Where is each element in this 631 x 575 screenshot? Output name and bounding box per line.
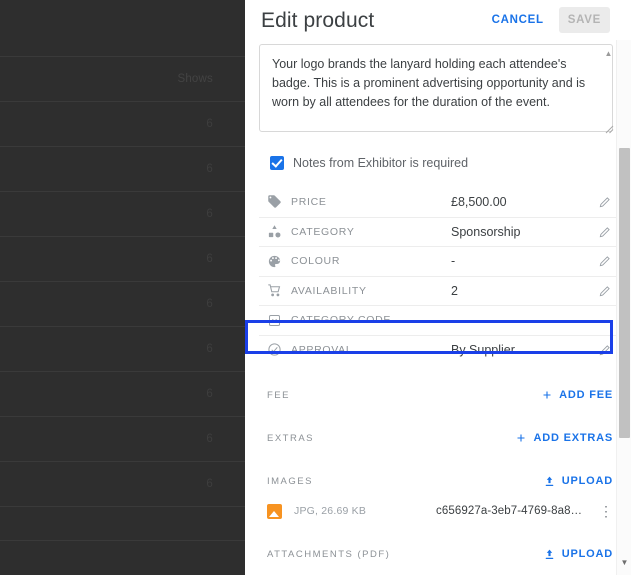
check-circle-icon (267, 342, 291, 357)
page-backdrop-overlay: Shows 6 6 6 6 6 6 6 6 6 (0, 0, 245, 575)
table-row: 6 (0, 102, 245, 147)
product-fields-list: PRICE £8,500.00 CATEGORY Sponsorship COL… (259, 187, 617, 364)
edit-pencil-icon[interactable] (593, 195, 617, 209)
cancel-button[interactable]: CANCEL (483, 7, 553, 33)
image-file-row[interactable]: JPG, 26.69 KB c656927a-3eb7-4769-8a8… ⋮ (259, 496, 617, 526)
field-value: 2 (451, 283, 458, 298)
field-label: CATEGORY (291, 225, 355, 238)
edit-pencil-icon[interactable] (593, 284, 617, 298)
edit-pencil-icon[interactable] (593, 225, 617, 239)
table-row: 6 (0, 147, 245, 192)
field-label: COLOUR (291, 255, 341, 268)
save-button[interactable]: SAVE (558, 7, 610, 33)
upload-icon (545, 476, 554, 486)
add-fee-label: ADD FEE (559, 389, 613, 401)
field-value: Sponsorship (451, 224, 521, 239)
image-file-meta: JPG, 26.69 KB (294, 505, 367, 517)
table-toolbar-row (0, 0, 245, 57)
section-row-images: IMAGES UPLOAD (259, 466, 617, 496)
field-value: - (451, 254, 456, 269)
add-extras-label: ADD EXTRAS (533, 432, 613, 444)
table-footer-row (0, 507, 245, 541)
upload-icon (545, 549, 554, 559)
table-row: 6 (0, 327, 245, 372)
field-value: By Supplier (451, 342, 515, 357)
plus-icon (517, 434, 525, 442)
table-cell-shows: 6 (206, 208, 213, 220)
table-cell-shows: 6 (206, 433, 213, 445)
field-label: AVAILABILITY (291, 284, 367, 297)
edit-product-dialog: Edit product CANCEL SAVE ▲ Notes from Ex… (245, 0, 631, 575)
section-label: IMAGES (267, 475, 313, 487)
edit-pencil-icon[interactable] (593, 254, 617, 268)
scrollbar-thumb[interactable] (619, 148, 630, 438)
section-label: EXTRAS (267, 432, 315, 444)
table-cell-shows: 6 (206, 388, 213, 400)
field-label: APPROVAL (291, 343, 353, 356)
table-header-row: Shows (0, 57, 245, 102)
image-thumbnail-icon (267, 503, 282, 519)
scroll-down-arrow-icon[interactable]: ▼ (617, 558, 631, 567)
table-cell-shows: 6 (206, 253, 213, 265)
upload-images-button[interactable]: UPLOAD (543, 475, 617, 488)
notes-required-row[interactable]: Notes from Exhibitor is required (270, 153, 617, 173)
section-label: FEE (267, 389, 290, 401)
dialog-title: Edit product (261, 9, 375, 32)
section-label: ATTACHMENTS (PDF) (267, 548, 391, 560)
dialog-body: ▲ Notes from Exhibitor is required PRICE… (245, 40, 631, 575)
image-file-name: c656927a-3eb7-4769-8a8… (436, 505, 583, 517)
dialog-scrollbar[interactable]: ▼ (616, 40, 631, 575)
field-row-category-code[interactable]: CATEGORY CODE (259, 305, 617, 335)
upload-images-label: UPLOAD (561, 475, 613, 487)
price-tag-icon (267, 194, 291, 209)
table-row: 6 (0, 372, 245, 417)
notes-required-label: Notes from Exhibitor is required (293, 156, 469, 170)
edit-pencil-icon[interactable] (593, 343, 617, 357)
table-row: 6 (0, 462, 245, 507)
dialog-header-actions: CANCEL SAVE (483, 7, 615, 33)
field-label: CATEGORY CODE (291, 314, 392, 327)
field-row-approval[interactable]: APPROVAL By Supplier (259, 334, 617, 365)
description-field-wrapper: ▲ (259, 44, 617, 137)
add-fee-button[interactable]: ADD FEE (541, 389, 617, 401)
background-table: Shows 6 6 6 6 6 6 6 6 6 (0, 0, 245, 541)
table-row: 6 (0, 192, 245, 237)
section-row-fee: FEE ADD FEE (259, 380, 617, 410)
table-column-header-shows: Shows (177, 73, 213, 85)
notes-required-checkbox[interactable] (270, 156, 284, 170)
code-block-icon (267, 313, 291, 328)
table-cell-shows: 6 (206, 298, 213, 310)
field-row-category[interactable]: CATEGORY Sponsorship (259, 216, 617, 247)
palette-icon (267, 254, 291, 269)
table-row: 6 (0, 237, 245, 282)
category-shapes-icon (267, 224, 291, 239)
field-row-price[interactable]: PRICE £8,500.00 (259, 187, 617, 217)
field-row-availability[interactable]: AVAILABILITY 2 (259, 275, 617, 306)
table-row: 6 (0, 417, 245, 462)
upload-attachments-label: UPLOAD (561, 548, 613, 560)
more-options-icon[interactable]: ⋮ (595, 503, 617, 520)
table-row: 6 (0, 282, 245, 327)
section-row-attachments: ATTACHMENTS (PDF) UPLOAD (259, 539, 617, 569)
table-cell-shows: 6 (206, 163, 213, 175)
shopping-cart-icon (267, 283, 291, 298)
table-cell-shows: 6 (206, 343, 213, 355)
upload-attachments-button[interactable]: UPLOAD (543, 548, 617, 561)
field-value: £8,500.00 (451, 194, 507, 209)
table-cell-shows: 6 (206, 118, 213, 130)
section-row-extras: EXTRAS ADD EXTRAS (259, 423, 617, 453)
field-label: PRICE (291, 195, 327, 208)
table-cell-shows: 6 (206, 478, 213, 490)
product-sections-list: FEE ADD FEE EXTRAS ADD EXTRAS IMAGES UPL… (259, 380, 617, 575)
description-textarea[interactable] (259, 44, 613, 132)
add-extras-button[interactable]: ADD EXTRAS (515, 432, 617, 444)
dialog-header: Edit product CANCEL SAVE (245, 0, 631, 40)
plus-icon (543, 391, 551, 399)
field-row-colour[interactable]: COLOUR - (259, 246, 617, 276)
